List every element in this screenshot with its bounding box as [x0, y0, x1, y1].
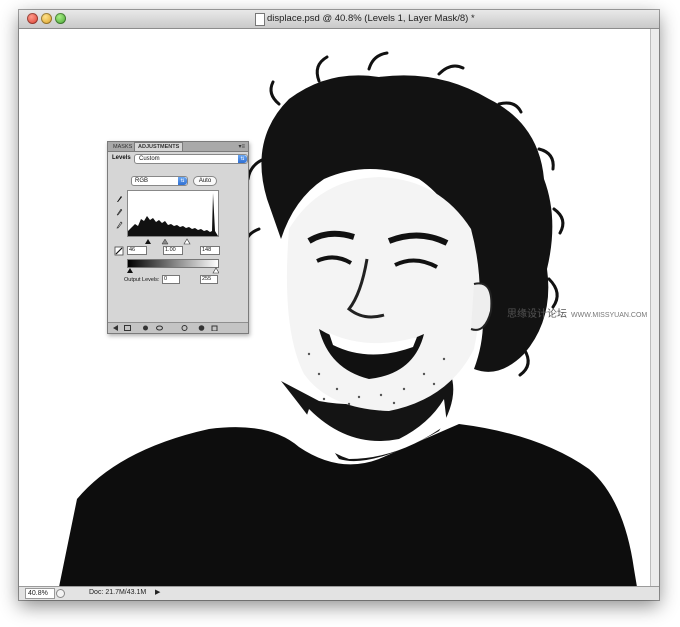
black-point-handle	[145, 239, 151, 244]
clip-to-layer-icon[interactable]	[198, 325, 205, 331]
window-title: displace.psd @ 40.8% (Levels 1, Layer Ma…	[267, 13, 475, 24]
eyedropper-white-icon[interactable]	[116, 220, 123, 229]
visibility-icon[interactable]	[142, 325, 149, 331]
minimize-icon[interactable]	[41, 13, 52, 24]
input-slider-handles[interactable]	[127, 237, 219, 245]
eyedropper-black-icon[interactable]	[116, 194, 123, 203]
output-levels-label: Output Levels:	[124, 277, 160, 283]
delete-icon[interactable]	[211, 325, 218, 331]
midtone-handle	[161, 238, 169, 245]
vertical-scrollbar[interactable]	[650, 29, 659, 587]
auto-button[interactable]: Auto	[193, 176, 217, 186]
zoom-field[interactable]: 40.8%	[25, 588, 55, 599]
channel-select[interactable]: RGB ⇅	[131, 176, 188, 186]
maximize-icon[interactable]	[55, 13, 66, 24]
preset-select[interactable]: Custom ⇅	[134, 154, 248, 164]
tab-adjustments[interactable]: ADJUSTMENTS	[134, 142, 184, 151]
view-previous-icon[interactable]	[156, 325, 163, 331]
preset-value: Custom	[139, 156, 160, 162]
clipping-icon[interactable]	[114, 246, 124, 256]
select-arrows-icon: ⇅	[238, 155, 247, 163]
watermark-text: 思缘设计论坛	[507, 309, 567, 320]
panel-tabs: MASKS ADJUSTMENTS ▾≡	[108, 142, 248, 152]
panel-menu-icon[interactable]: ▾≡	[238, 143, 245, 150]
status-menu-button[interactable]	[56, 589, 65, 598]
reset-icon[interactable]	[181, 325, 188, 331]
panel-footer	[108, 322, 248, 333]
watermark: 思缘设计论坛 WWW.MISSYUAN.COM	[507, 305, 647, 320]
eyedropper-gray-icon[interactable]	[116, 207, 123, 216]
input-black-field[interactable]: 46	[127, 246, 147, 255]
levels-label: Levels	[112, 155, 131, 161]
input-white-field[interactable]: 148	[200, 246, 220, 255]
histogram	[127, 190, 219, 237]
title-bar[interactable]: displace.psd @ 40.8% (Levels 1, Layer Ma…	[19, 10, 659, 29]
adjustments-panel: MASKS ADJUSTMENTS ▾≡ Levels Custom ⇅ RGB…	[107, 141, 249, 334]
watermark-url: WWW.MISSYUAN.COM	[571, 312, 648, 319]
status-arrow-icon[interactable]: ▶	[155, 588, 160, 598]
status-bar: 40.8% Doc: 21.7M/43.1M ▶	[19, 586, 659, 600]
doc-size: Doc: 21.7M/43.1M	[89, 589, 147, 596]
output-white-field[interactable]: 255	[200, 275, 218, 284]
channel-value: RGB	[135, 178, 149, 184]
new-layer-icon[interactable]	[124, 325, 131, 331]
white-point-handle	[183, 238, 191, 245]
input-mid-field[interactable]: 1.00	[163, 246, 183, 255]
select-arrows-icon: ⇅	[178, 177, 187, 185]
output-slider-handles[interactable]	[127, 267, 219, 274]
close-icon[interactable]	[27, 13, 38, 24]
tab-masks[interactable]: MASKS	[110, 143, 135, 151]
document-icon	[255, 13, 265, 26]
output-black-field[interactable]: 0	[162, 275, 180, 284]
back-icon[interactable]	[112, 325, 119, 331]
